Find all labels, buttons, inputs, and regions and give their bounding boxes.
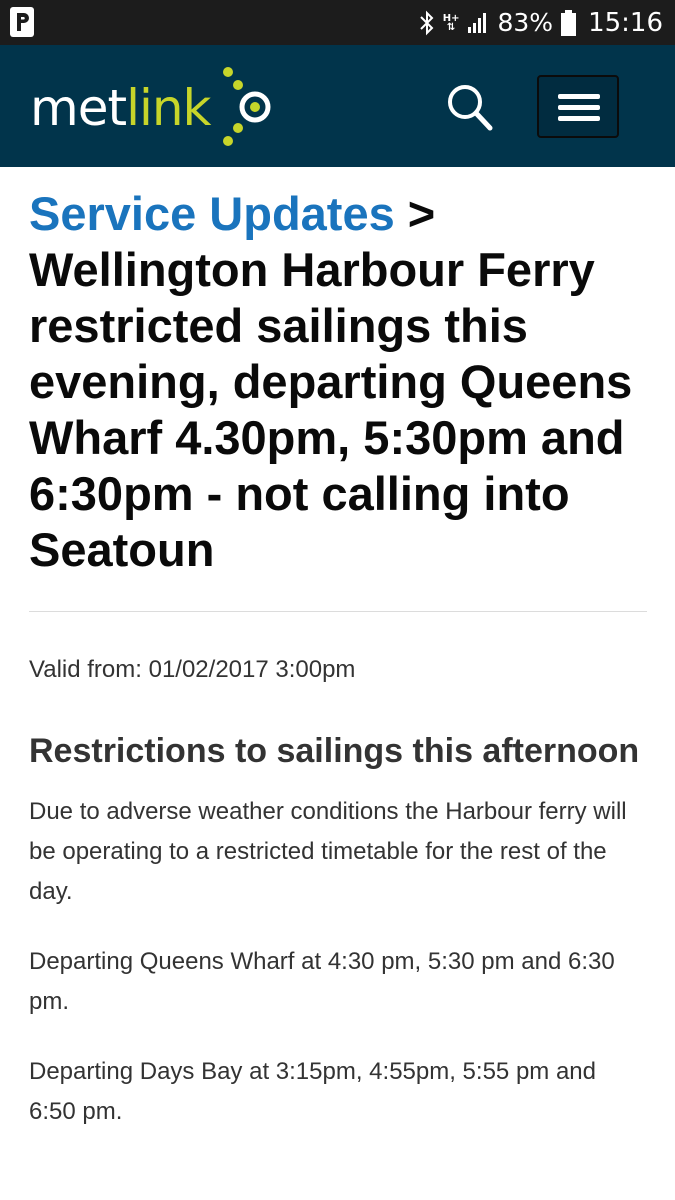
hamburger-menu-icon bbox=[558, 94, 600, 99]
menu-button[interactable] bbox=[537, 75, 619, 138]
paragraph: Due to adverse weather conditions the Ha… bbox=[29, 798, 627, 905]
valid-from: Valid from: 01/02/2017 3:00pm bbox=[29, 656, 356, 683]
metlink-logo[interactable]: metlink bbox=[30, 65, 280, 155]
parking-app-icon bbox=[10, 7, 34, 37]
battery-percent: 83% bbox=[497, 8, 554, 37]
clock: 15:16 bbox=[588, 7, 663, 38]
breadcrumb-link-service-updates[interactable]: Service Updates bbox=[29, 187, 395, 240]
page-title: Service Updates > Wellington Harbour Fer… bbox=[29, 186, 649, 578]
paragraph: Departing Days Bay at 3:15pm, 4:55pm, 5:… bbox=[29, 1058, 596, 1125]
search-button[interactable] bbox=[444, 82, 496, 134]
paragraph: Departing Queens Wharf at 4:30 pm, 5:30 … bbox=[29, 948, 615, 1015]
logo-dots-icon bbox=[223, 67, 271, 146]
main-content: Service Updates > Wellington Harbour Fer… bbox=[29, 168, 649, 1132]
logo-wordmark: metlink bbox=[30, 79, 212, 137]
breadcrumb-separator: > bbox=[394, 187, 436, 240]
divider bbox=[29, 611, 647, 612]
site-header: metlink bbox=[0, 45, 675, 167]
signal-icon bbox=[468, 12, 487, 33]
page-title-text: Wellington Harbour Ferry restricted sail… bbox=[29, 243, 633, 576]
status-bar: H+ ⇅ 83% 15:16 bbox=[0, 0, 675, 45]
bluetooth-icon bbox=[420, 10, 434, 35]
network-type: H+ ⇅ bbox=[442, 12, 460, 33]
battery-icon bbox=[561, 9, 577, 36]
status-icons: H+ ⇅ 83% 15:16 bbox=[419, 0, 663, 45]
section-heading: Restrictions to sailings this afternoon bbox=[29, 732, 640, 770]
search-icon bbox=[448, 85, 493, 131]
